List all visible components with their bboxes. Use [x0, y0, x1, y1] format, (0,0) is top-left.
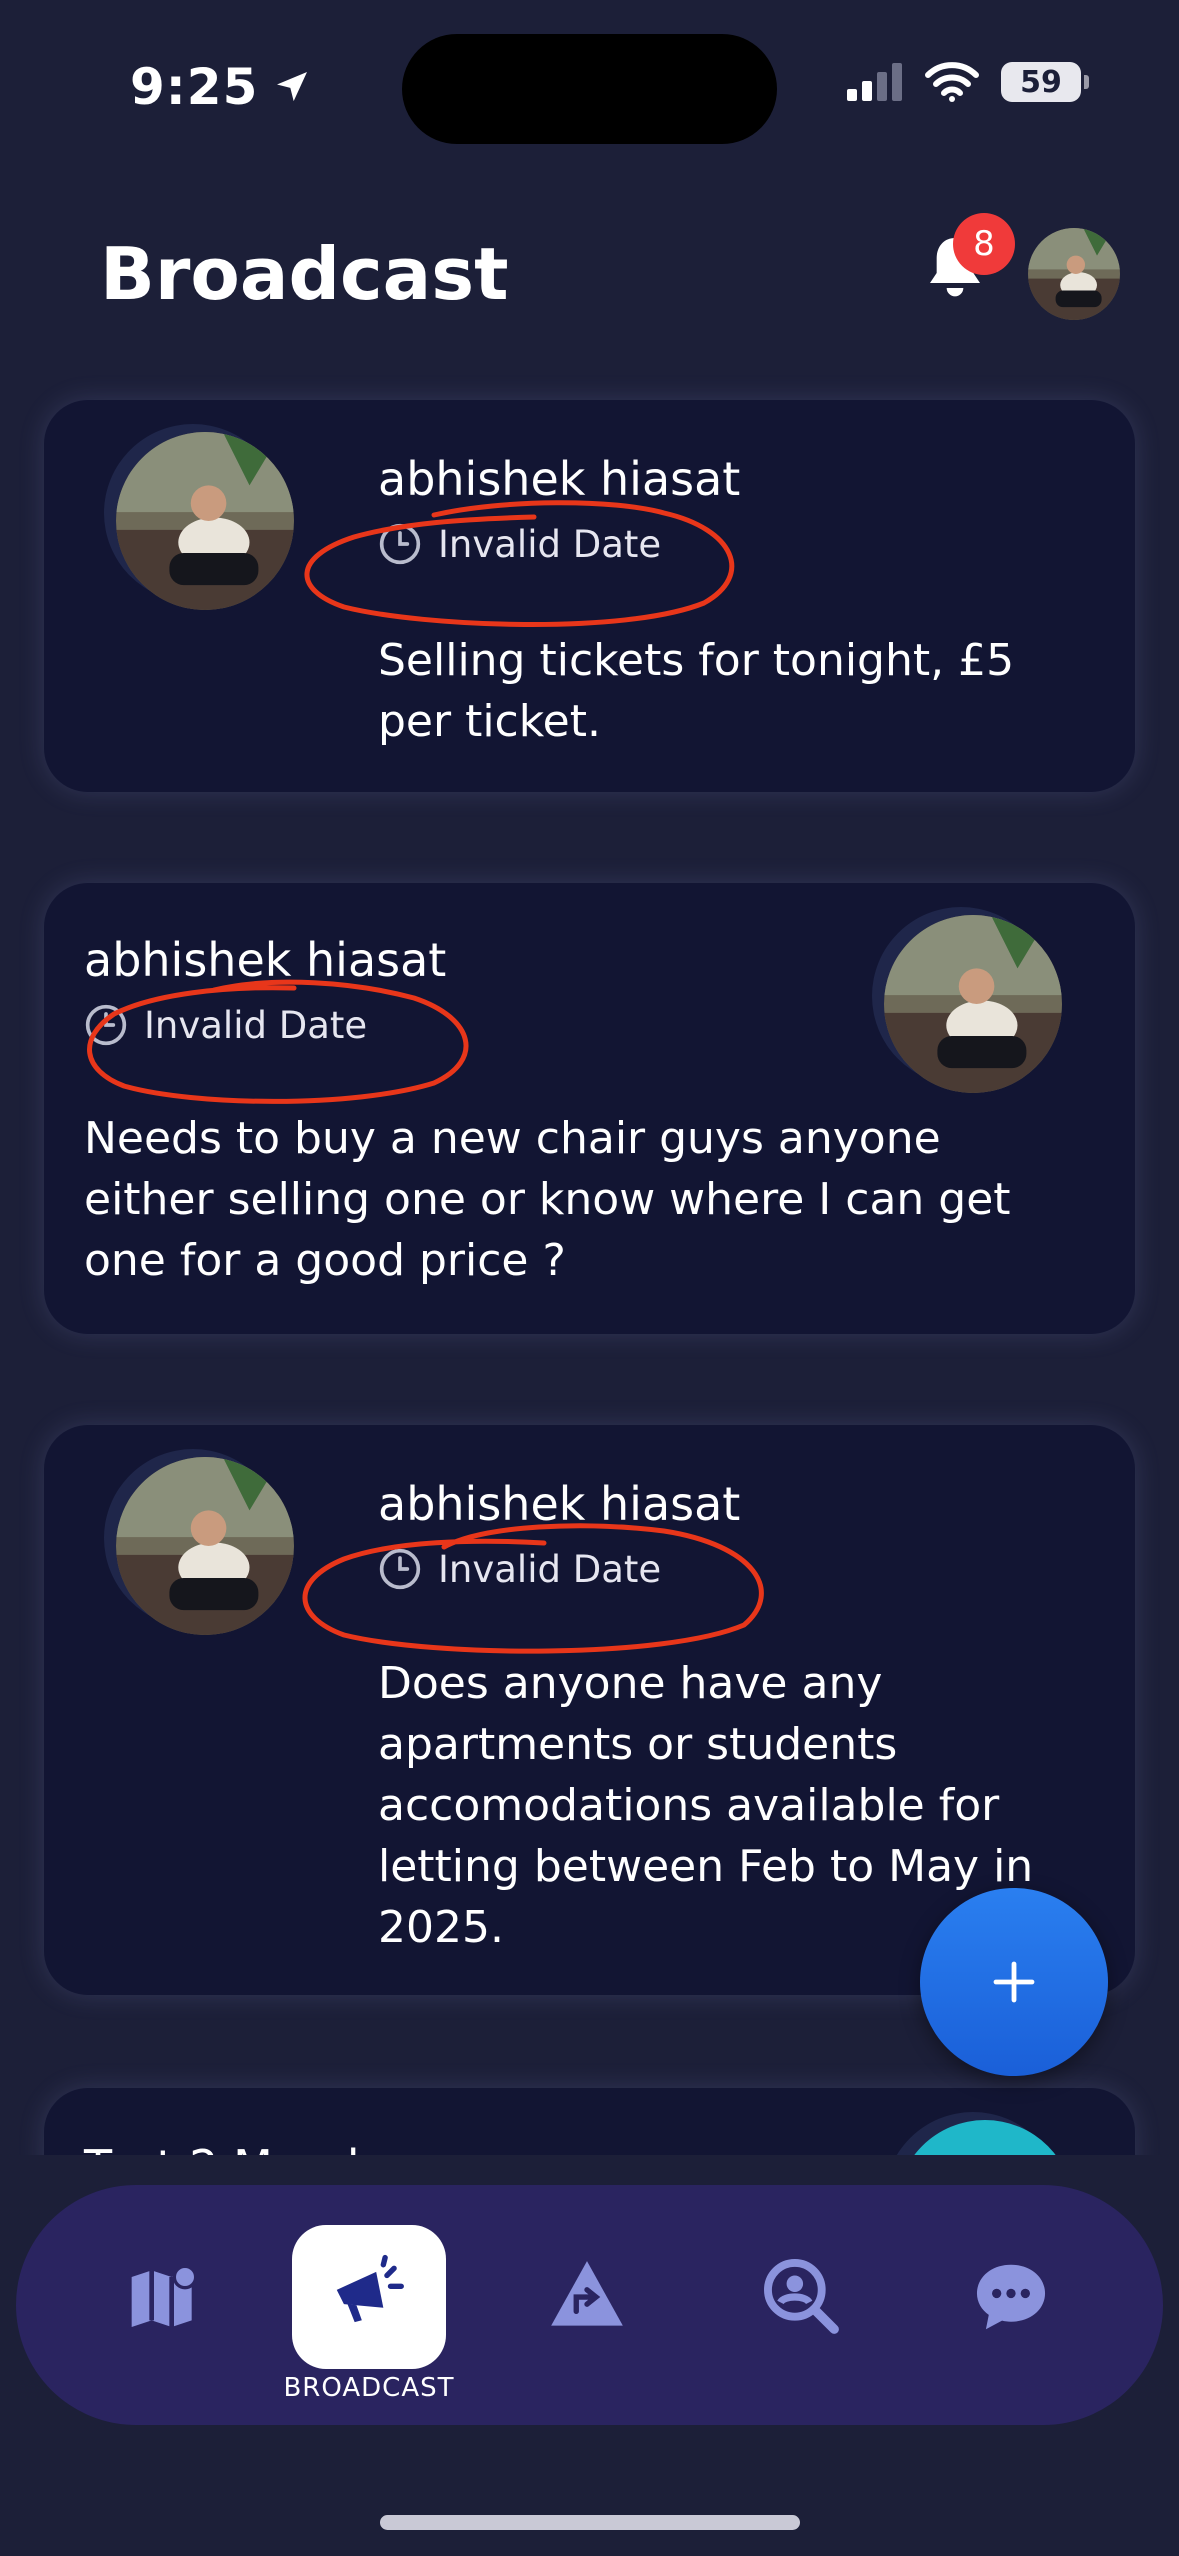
create-post-button[interactable] [920, 1888, 1108, 2076]
nav-chat[interactable] [946, 2232, 1076, 2362]
post-date: Invalid Date [378, 1547, 661, 1591]
post-text: Needs to buy a new chair guys anyone eit… [84, 1113, 1011, 1286]
nav-broadcast[interactable] [292, 2225, 446, 2369]
post-author[interactable]: abhishek hiasat [378, 452, 740, 506]
author-avatar [116, 1457, 294, 1635]
post-date: Invalid Date [84, 1003, 367, 1047]
nav-active-label: BROADCAST [283, 2373, 455, 2403]
clock-icon [85, 1004, 127, 1046]
megaphone-icon [336, 2254, 404, 2323]
broadcast-screen: 9:25 59 Broadcast 8 abhishek hiasat Inva… [0, 0, 1179, 2556]
post-date: Invalid Date [378, 522, 661, 566]
post-text: Selling tickets for tonight, £5 per tick… [378, 635, 1015, 747]
notification-badge: 8 [953, 213, 1015, 275]
status-time: 9:25 [130, 58, 312, 116]
wifi-icon [925, 62, 979, 102]
clock-icon [379, 1548, 421, 1590]
clock-icon [379, 523, 421, 565]
profile-avatar[interactable] [1028, 228, 1120, 320]
status-indicators: 59 [847, 62, 1089, 102]
post-card[interactable]: abhishek hiasat Invalid Date Needs to bu… [44, 883, 1135, 1334]
nav-directions[interactable] [522, 2232, 652, 2362]
post-card[interactable]: abhishek hiasat Invalid Date Selling tic… [44, 400, 1135, 792]
author-avatar [884, 915, 1062, 1093]
directions-icon [551, 2261, 623, 2326]
battery-icon: 59 [1001, 62, 1089, 102]
annotation-circle [302, 1523, 764, 1654]
chat-icon [976, 2264, 1046, 2330]
map-icon [131, 2264, 198, 2327]
annotation-circle [304, 500, 735, 627]
nav-map[interactable] [100, 2232, 230, 2362]
nav-people-search[interactable] [737, 2232, 867, 2362]
user-search-icon [764, 2259, 839, 2334]
author-avatar [116, 432, 294, 610]
cellular-signal-icon [847, 63, 902, 101]
home-indicator[interactable] [380, 2515, 800, 2530]
post-author[interactable]: abhishek hiasat [378, 1477, 740, 1531]
plus-icon [993, 1961, 1035, 2003]
dynamic-island [402, 34, 777, 144]
post-author[interactable]: abhishek hiasat [84, 933, 446, 987]
page-title: Broadcast [100, 232, 509, 316]
location-arrow-icon [277, 72, 308, 102]
